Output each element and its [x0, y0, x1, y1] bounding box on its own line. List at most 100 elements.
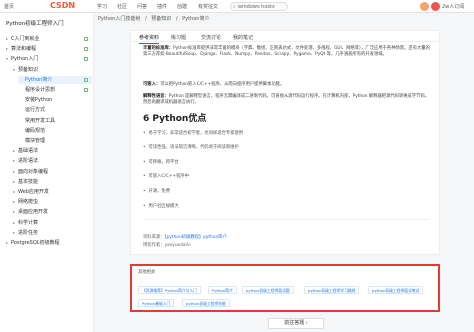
next-question-button[interactable]: 前往答题 › [268, 318, 324, 329]
paragraph-text: Python 是解释型语言，程序无需编译成二进制代码，可直接从源代码运行程序。在… [143, 94, 430, 105]
sidebar-item-label: 模块管理 [25, 138, 46, 144]
sidebar-item-label: 编码规范 [25, 127, 46, 134]
sidebar-item[interactable]: ▾ Python入门 [4, 55, 92, 63]
sidebar-item[interactable]: ▸ 算法和编程 [4, 45, 92, 53]
section-heading: 6 Python优点 [143, 114, 207, 124]
related-tag[interactable]: python初级工程师面试笔试 [368, 286, 424, 294]
sidebar-item[interactable]: 模块管理 [18, 137, 92, 145]
list-item: 可读性强，语法简洁清晰，代码易于阅读和维护 [143, 144, 239, 150]
search-query: windows hosts [238, 4, 275, 10]
list-item: 可移植，跨平台 [143, 159, 179, 165]
sidebar-item[interactable]: 常用开发工具 [18, 117, 92, 125]
breadcrumb-item[interactable]: 预备知识 [151, 16, 171, 22]
home-link[interactable]: 首页 [4, 3, 14, 10]
related-tag[interactable]: python初级工程师技能 [182, 299, 230, 307]
csdn-logo[interactable]: CSDN [50, 1, 75, 10]
tab-bar: 参考资料 练习题 交流讨论 我的笔记 [131, 31, 441, 44]
list-item: 易于学习，非常适合初学者，也同样适合专家使用 [143, 130, 244, 136]
source-line: 资料来源：【python初级教程】python简介 [143, 234, 227, 240]
search-icon: ⌕ [233, 4, 236, 10]
author-name[interactable]: yaoyuedalin [164, 243, 190, 248]
nav-item[interactable]: 插件 [157, 3, 167, 10]
sidebar-item-label: 算法和编程 [11, 46, 37, 53]
sidebar-item-label: 程序设计思想 [25, 87, 56, 93]
related-tag[interactable]: Python简介 [208, 286, 237, 294]
nav-item[interactable]: 问答 [137, 3, 147, 10]
breadcrumb-item[interactable]: Python入门技能树 [98, 16, 140, 22]
sidebar-item[interactable]: ▸ 基本技能 [11, 178, 92, 186]
sidebar-item[interactable]: 程序设计思想 [18, 86, 92, 94]
sidebar-item-label: 安装Python [25, 97, 53, 104]
sidebar-item-label: 面向对象编程 [18, 168, 49, 175]
top-navbar: 首页 CSDN 学习 社区 问答 插件 创建 有奖征文 ⌕ windows ho… [0, 0, 474, 13]
edit-note-icon[interactable] [84, 37, 88, 41]
related-tag[interactable]: python初级工程师学习路线 [304, 286, 360, 294]
paragraph-label: 丰富的标准库： [143, 46, 174, 51]
avatar[interactable] [420, 2, 429, 11]
sidebar-item-label: 基本技能 [18, 178, 39, 185]
sidebar-item[interactable]: ▸ C入门到就业 [4, 35, 92, 43]
sidebar-item[interactable]: ▸ 科学计算 [11, 219, 92, 227]
sidebar-item-label: Python入门 [11, 56, 39, 63]
list-item: 可嵌入C/C++程序中 [143, 173, 189, 179]
sidebar-item-label: 常用开发工具 [25, 117, 56, 124]
tab-discussion[interactable]: 交流讨论 [201, 34, 221, 41]
sidebar-item-label: 进阶语法 [18, 158, 39, 165]
paragraph-text: Python标准库提供非常丰富的模块（字典、数组、正则表达式、文件处理、多线程、… [143, 46, 430, 57]
paragraph-embeddable: 可嵌入：可以把Python嵌入C/C++程序，从而向程序用户提供脚本功能。 [143, 82, 433, 88]
sidebar-item-label: 网络爬虫 [18, 199, 39, 206]
sidebar-item-label: Python简介 [25, 76, 53, 83]
sidebar-item-label: 桌面应用开发 [18, 209, 49, 216]
related-title: 其他相关 [138, 270, 156, 275]
related-tag[interactable]: python初级工程师面试题 [242, 286, 294, 294]
paragraph-interpreted: 解释性语言：Python 是解释型语言，程序无需编译成二进制代码，可直接从源代码… [143, 94, 433, 106]
related-tags-box: 其他相关 【资源推荐】Python简介与入门 Python简介 python初级… [130, 264, 440, 312]
subscriber-count: 2w人订阅 [442, 4, 465, 10]
sidebar-item[interactable]: ▸ 进阶任务 [11, 229, 92, 237]
nav-item[interactable]: 学习 [97, 3, 107, 10]
nav-item[interactable]: 有奖征文 [198, 3, 218, 10]
breadcrumb-separator: / [144, 16, 147, 22]
sidebar-item[interactable]: 运行方式 [18, 106, 92, 114]
sidebar-item[interactable]: ▾ 预备知识 [11, 66, 92, 74]
edit-note-icon[interactable] [84, 88, 88, 92]
nav-item[interactable]: 社区 [117, 3, 127, 10]
sidebar-item[interactable]: ▸ 进阶语法 [11, 157, 92, 165]
sidebar-item[interactable]: 编码规范 [18, 127, 92, 135]
source-label: 资料来源： [143, 235, 165, 240]
sidebar: Python初级工程师入门 ▸ C入门到就业 ▸ 算法和编程 ▾ Python入门 ▾ 预备知… [0, 13, 94, 332]
sidebar-item-label: 运行方式 [25, 107, 46, 114]
search-input[interactable]: ⌕ windows hosts [230, 2, 288, 11]
list-item: 开源，免费 [143, 188, 170, 194]
tab-notes[interactable]: 我的笔记 [233, 34, 253, 41]
tab-exercises[interactable]: 练习题 [171, 34, 186, 41]
sidebar-item[interactable]: ▸ Web应用开发 [11, 188, 92, 196]
edit-note-icon[interactable] [84, 57, 88, 62]
source-link[interactable]: 【python初级教程】python简介 [164, 235, 226, 240]
breadcrumb-item: Python简介 [182, 16, 210, 22]
sidebar-item-label: 基础语法 [18, 148, 39, 155]
avatar[interactable] [431, 2, 440, 11]
sidebar-item[interactable]: ▸ 桌面应用开发 [11, 208, 92, 216]
sidebar-item[interactable]: ▸ PostgreSQL初级教程 [4, 239, 92, 247]
nav-item[interactable]: 创建 [177, 3, 187, 10]
related-tag[interactable]: 【资源推荐】Python简介与入门 [138, 286, 201, 294]
paragraph-label: 可嵌入： [143, 82, 161, 87]
sidebar-item[interactable]: ▸ 网络爬虫 [11, 198, 92, 206]
sidebar-item[interactable]: ▸ 面向对象编程 [11, 168, 92, 176]
edit-note-icon[interactable] [84, 47, 88, 52]
edit-note-icon[interactable] [84, 77, 88, 82]
tab-references[interactable]: 参考资料 [139, 34, 160, 44]
paragraph-stdlib: 丰富的标准库：Python标准库提供非常丰富的模块（字典、数组、正则表达式、文件… [143, 46, 433, 58]
breadcrumb: Python入门技能树 / 预备知识 / Python简介 [98, 15, 212, 22]
divider [143, 219, 429, 220]
sidebar-item[interactable]: Python简介 [18, 75, 92, 84]
sidebar-item[interactable]: 安装Python [18, 96, 92, 104]
sidebar-item-label: 科学计算 [18, 219, 39, 226]
course-title: Python初级工程师入门 [6, 21, 64, 27]
sidebar-item-label: 进阶任务 [18, 229, 39, 236]
related-tag[interactable]: Python基础入门 [138, 299, 175, 307]
paragraph-label: 解释性语言： [143, 94, 169, 99]
sidebar-item-label: C入门到就业 [11, 36, 40, 42]
sidebar-item[interactable]: ▸ 基础语法 [11, 147, 92, 155]
